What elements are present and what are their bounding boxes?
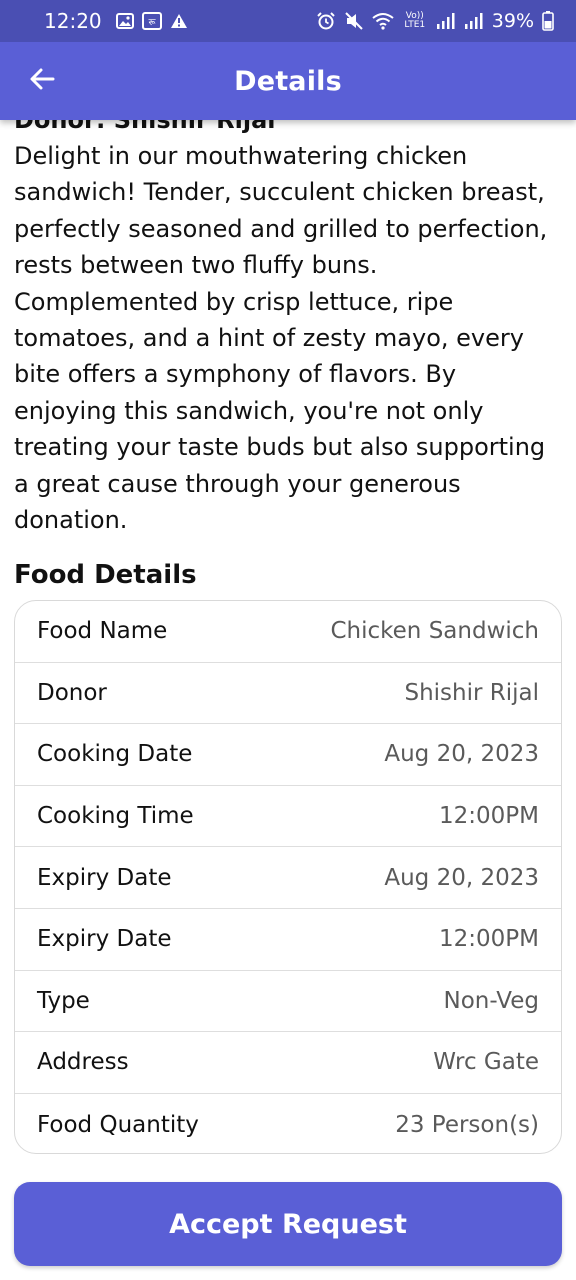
network-label: Vo)) LTE1 — [404, 11, 426, 30]
food-details-card: Food Name Chicken Sandwich Donor Shishir… — [14, 600, 562, 1154]
app-bar: Details — [0, 42, 576, 120]
food-details-title: Food Details — [14, 560, 197, 590]
warning-icon — [170, 13, 188, 29]
detail-value: Non-Veg — [443, 987, 539, 1014]
detail-label: Donor — [37, 679, 107, 706]
detail-label: Cooking Date — [37, 741, 193, 768]
battery-icon — [542, 11, 554, 31]
detail-row: Donor Shishir Rijal — [15, 663, 561, 725]
detail-row: Food Name Chicken Sandwich — [15, 601, 561, 663]
detail-value: Wrc Gate — [433, 1049, 539, 1076]
detail-value: 12:00PM — [439, 926, 539, 953]
back-button[interactable] — [22, 61, 62, 101]
details-content[interactable]: Donor: Shishir Rijal Delight in our mout… — [0, 120, 576, 1160]
detail-value: 12:00PM — [439, 803, 539, 830]
status-bar-right: Vo)) LTE1 39% — [316, 10, 554, 32]
signal-icon-2 — [464, 12, 484, 30]
mute-icon — [344, 11, 364, 31]
detail-label: Expiry Date — [37, 864, 172, 891]
detail-row: Expiry Date Aug 20, 2023 — [15, 847, 561, 909]
detail-label: Expiry Date — [37, 926, 172, 953]
detail-label: Food Quantity — [37, 1111, 199, 1138]
details-screen: 12:20 रू Vo)) LTE1 39% Details Donor: Sh… — [0, 0, 576, 1280]
detail-value: 23 Person(s) — [395, 1111, 539, 1138]
detail-row: Food Quantity 23 Person(s) — [15, 1094, 561, 1153]
detail-value: Aug 20, 2023 — [384, 741, 539, 768]
detail-row: Expiry Date 12:00PM — [15, 909, 561, 971]
accept-request-button[interactable]: Accept Request — [14, 1182, 562, 1266]
detail-label: Address — [37, 1049, 129, 1076]
battery-percent: 39% — [491, 10, 534, 32]
detail-row: Cooking Date Aug 20, 2023 — [15, 724, 561, 786]
status-time: 12:20 — [44, 9, 102, 33]
wifi-icon — [372, 12, 394, 30]
page-title: Details — [234, 65, 342, 97]
image-icon — [115, 13, 134, 29]
detail-label: Food Name — [37, 618, 168, 645]
detail-label: Type — [37, 987, 90, 1014]
detail-value: Aug 20, 2023 — [384, 864, 539, 891]
arrow-left-icon — [29, 67, 55, 95]
sim-icon: रू — [141, 12, 162, 30]
alarm-icon — [316, 11, 336, 31]
signal-icon — [436, 12, 456, 30]
detail-row: Cooking Time 12:00PM — [15, 786, 561, 848]
status-bar: 12:20 रू Vo)) LTE1 39% — [0, 0, 576, 42]
detail-row: Type Non-Veg — [15, 971, 561, 1033]
detail-row: Address Wrc Gate — [15, 1032, 561, 1094]
detail-value: Chicken Sandwich — [330, 618, 539, 645]
food-description: Delight in our mouthwatering chicken san… — [14, 142, 548, 535]
donor-heading: Donor: Shishir Rijal — [14, 120, 276, 134]
svg-text:रू: रू — [148, 18, 156, 28]
status-bar-left: 12:20 रू — [44, 9, 188, 33]
detail-label: Cooking Time — [37, 803, 194, 830]
detail-value: Shishir Rijal — [404, 679, 539, 706]
